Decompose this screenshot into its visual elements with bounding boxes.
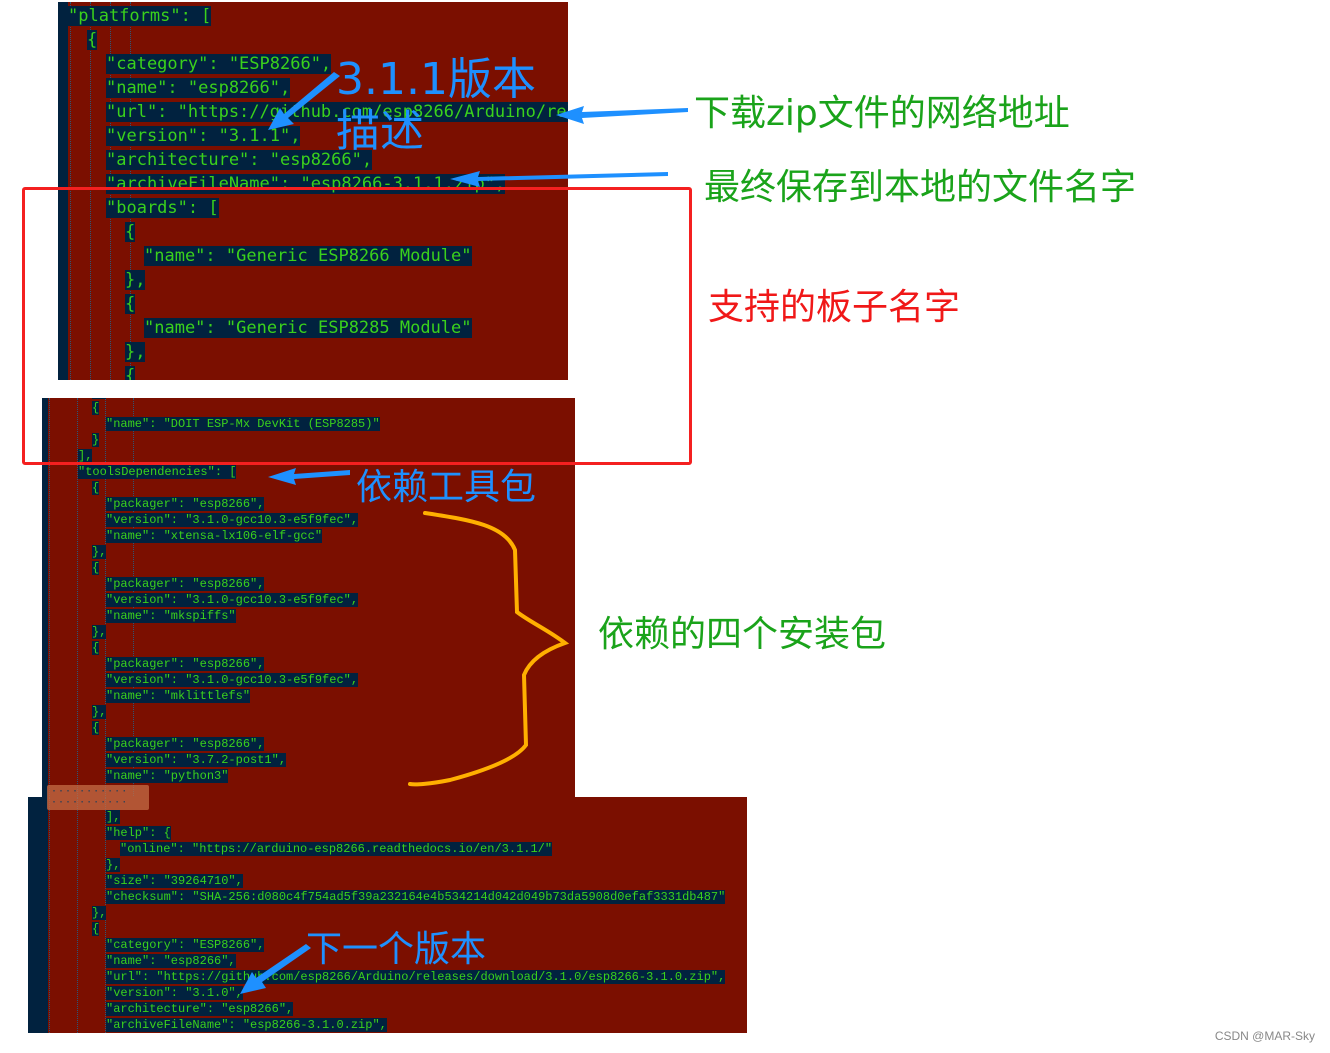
annotation-next-version: 下一个版本	[306, 929, 487, 970]
arrow-tools-icon	[268, 468, 350, 485]
arrow-version-icon	[268, 72, 340, 130]
annotation-version-desc: 3.1.1版本描述	[336, 54, 536, 157]
arrow-url-icon	[556, 106, 688, 124]
annotation-download-url: 下载zip文件的网络地址	[694, 93, 1070, 134]
annotation-four-packages: 依赖的四个安装包	[598, 614, 887, 655]
annotation-supported-boards: 支持的板子名字	[708, 287, 961, 328]
arrow-filename-icon	[450, 171, 668, 187]
annotation-local-filename: 最终保存到本地的文件名字	[704, 167, 1137, 208]
arrow-next-version-icon	[240, 944, 311, 994]
annotation-tools-deps: 依赖工具包	[356, 467, 537, 508]
curly-brace-icon	[408, 511, 570, 787]
watermark: CSDN @MAR-Sky	[1214, 1029, 1315, 1043]
